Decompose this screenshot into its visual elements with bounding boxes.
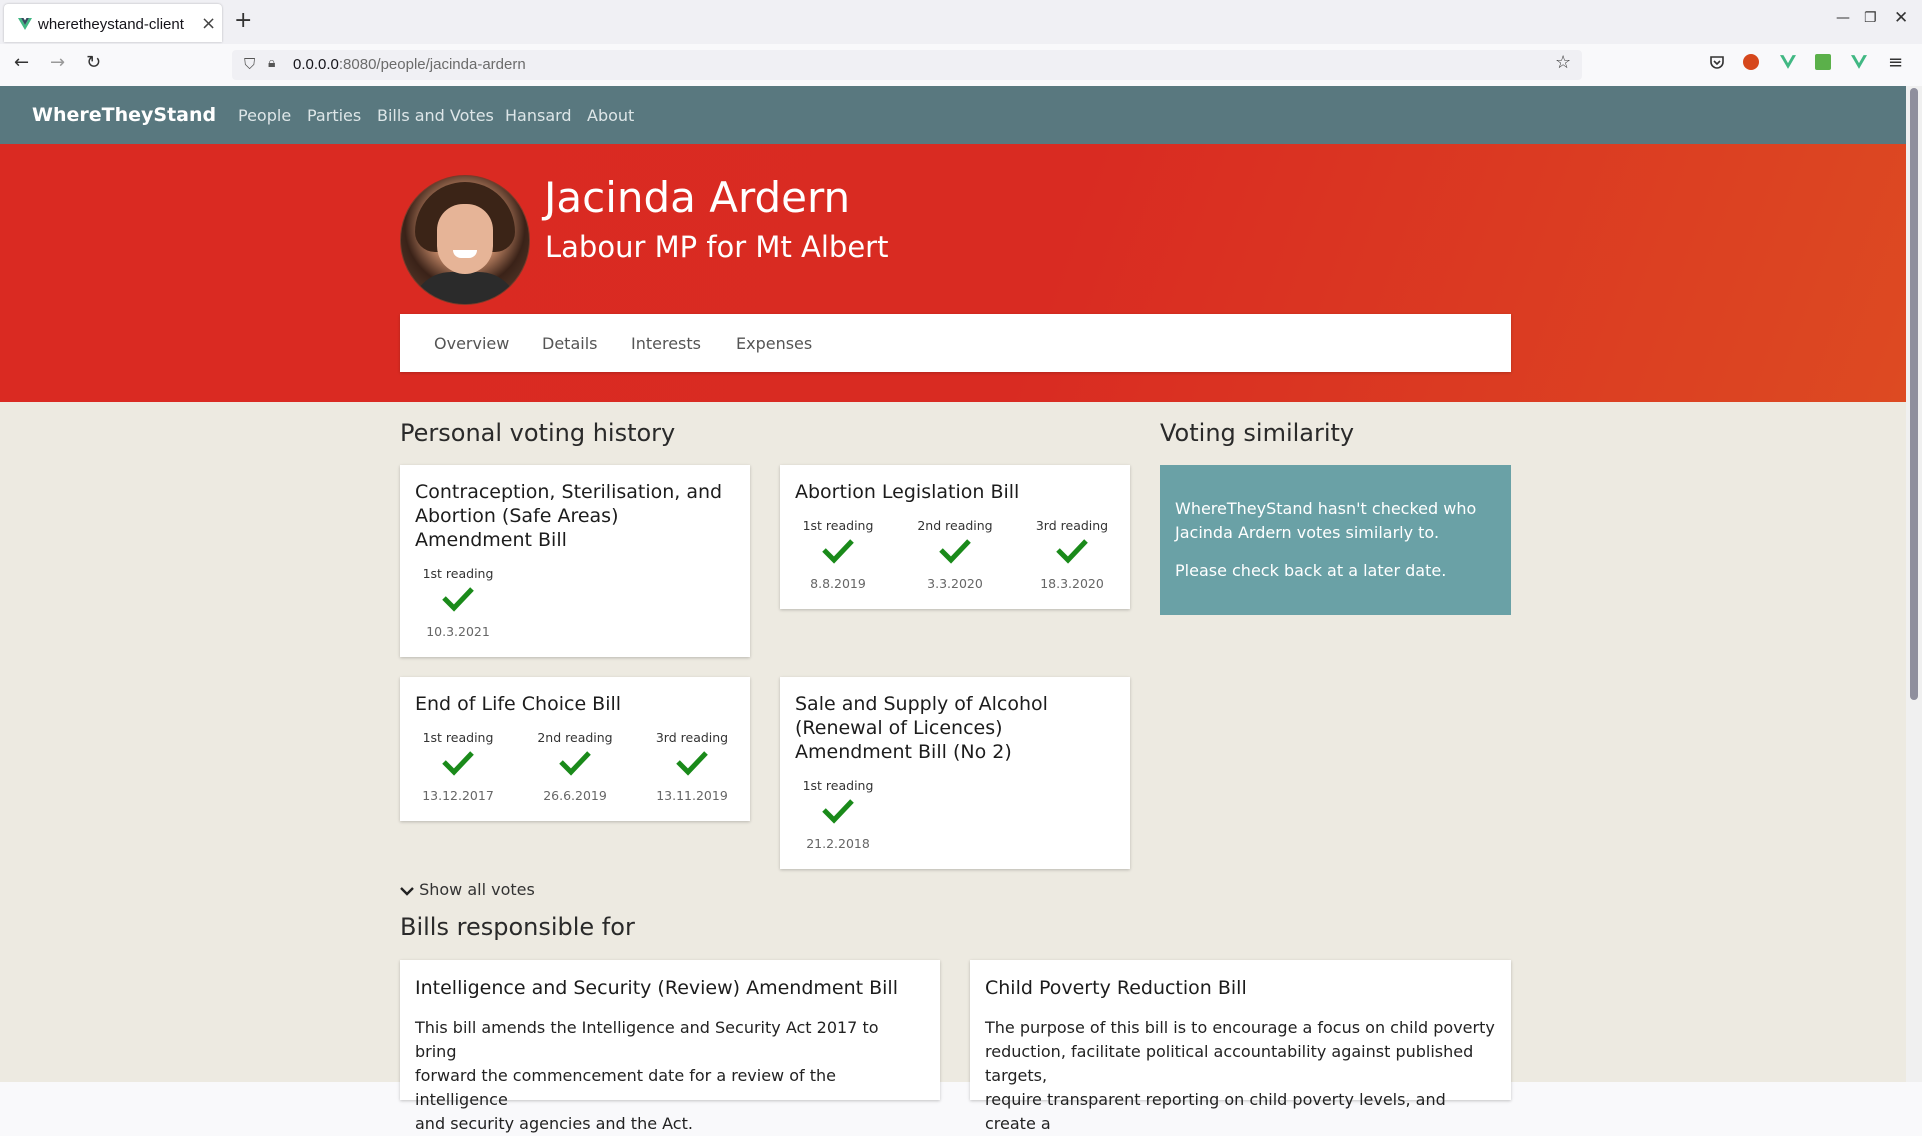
aye-check-icon	[1056, 539, 1088, 564]
vue-devtools-icon[interactable]	[1780, 54, 1796, 70]
aye-check-icon	[442, 751, 474, 776]
vue-favicon-icon	[18, 18, 32, 30]
reading-date: 21.2.2018	[806, 836, 870, 851]
aye-check-icon	[442, 587, 474, 612]
forward-icon[interactable]: →	[50, 52, 65, 73]
tab-interests[interactable]: Interests	[631, 334, 701, 353]
aye-check-icon	[822, 799, 854, 824]
browser-tab[interactable]: wheretheystand-client ×	[4, 4, 222, 42]
show-all-votes-button[interactable]: Show all votes	[400, 880, 535, 899]
person-subtitle: Labour MP for Mt Albert	[545, 230, 889, 264]
reading-date: 8.8.2019	[810, 576, 866, 591]
bills-responsible-heading: Bills responsible for	[400, 913, 635, 941]
close-tab-icon[interactable]: ×	[201, 13, 216, 34]
reading-label: 3rd reading	[1035, 518, 1109, 533]
minimize-icon[interactable]: —	[1836, 10, 1850, 26]
hamburger-menu-icon[interactable]: ≡	[1888, 52, 1903, 73]
restore-icon[interactable]: ❐	[1864, 10, 1877, 26]
bill-card-title[interactable]: Child Poverty Reduction Bill	[985, 976, 1247, 1000]
bill-card-description: This bill amends the Intelligence and Se…	[415, 1018, 879, 1133]
site-brand[interactable]: WhereTheyStand	[32, 104, 216, 126]
nav-people[interactable]: People	[238, 106, 291, 125]
reading-date: 3.3.2020	[927, 576, 983, 591]
vote-card-title[interactable]: End of Life Choice Bill	[415, 692, 621, 716]
nav-about[interactable]: About	[587, 106, 634, 125]
vue-devtools-icon-2[interactable]	[1851, 54, 1867, 70]
vote-card-title[interactable]: Contraception, Sterilisation, and Aborti…	[415, 480, 722, 552]
vote-card-title[interactable]: Abortion Legislation Bill	[795, 480, 1019, 504]
similarity-message: WhereTheyStand hasn't checked who Jacind…	[1175, 499, 1477, 542]
lock-icon[interactable]: 🔒︎	[268, 55, 275, 71]
bill-card-description: The purpose of this bill is to encourage…	[985, 1018, 1495, 1133]
close-window-icon[interactable]: ✕	[1894, 8, 1908, 28]
tab-overview[interactable]: Overview	[434, 334, 509, 353]
reading-date: 10.3.2021	[426, 624, 490, 639]
reading-label: 3rd reading	[655, 730, 729, 745]
url-text[interactable]: 0.0.0.0:8080/people/jacinda-ardern	[293, 56, 526, 73]
bookmark-star-icon[interactable]: ☆	[1555, 52, 1571, 73]
similarity-heading: Voting similarity	[1160, 419, 1355, 447]
aye-check-icon	[676, 751, 708, 776]
reading-label: 1st reading	[422, 566, 494, 581]
pocket-icon[interactable]	[1709, 54, 1725, 70]
tab-title: wheretheystand-client	[38, 16, 184, 33]
tab-details[interactable]: Details	[542, 334, 597, 353]
new-tab-icon[interactable]: +	[234, 8, 252, 33]
tab-expenses[interactable]: Expenses	[736, 334, 812, 353]
reading-label: 1st reading	[422, 730, 494, 745]
extension-icon[interactable]	[1743, 54, 1759, 70]
reading-date: 18.3.2020	[1040, 576, 1104, 591]
person-name: Jacinda Ardern	[544, 173, 851, 222]
vote-card-title[interactable]: Sale and Supply of Alcohol (Renewal of L…	[795, 692, 1048, 764]
reading-date: 26.6.2019	[543, 788, 607, 803]
reload-icon[interactable]: ↻	[86, 52, 101, 73]
nav-parties[interactable]: Parties	[307, 106, 361, 125]
chevron-down-icon	[400, 886, 414, 896]
voting-history-heading: Personal voting history	[400, 419, 676, 447]
extension-icon-2[interactable]	[1815, 54, 1831, 70]
reading-label: 1st reading	[802, 778, 874, 793]
shield-icon[interactable]: ⛉	[244, 55, 255, 73]
reading-label: 2nd reading	[917, 518, 993, 533]
aye-check-icon	[939, 539, 971, 564]
reading-label: 1st reading	[802, 518, 874, 533]
nav-bills-and-votes[interactable]: Bills and Votes	[377, 106, 494, 125]
reading-date: 13.12.2017	[422, 788, 494, 803]
scrollbar-thumb[interactable]	[1910, 88, 1918, 700]
browser-tab-bar	[0, 0, 1922, 44]
similarity-note: Please check back at a later date.	[1175, 561, 1447, 580]
avatar	[400, 175, 530, 305]
aye-check-icon	[559, 751, 591, 776]
back-icon[interactable]: ←	[14, 52, 29, 73]
reading-label: 2nd reading	[537, 730, 613, 745]
aye-check-icon	[822, 539, 854, 564]
reading-date: 13.11.2019	[656, 788, 728, 803]
nav-hansard[interactable]: Hansard	[505, 106, 572, 125]
bill-card-title[interactable]: Intelligence and Security (Review) Amend…	[415, 976, 898, 1000]
